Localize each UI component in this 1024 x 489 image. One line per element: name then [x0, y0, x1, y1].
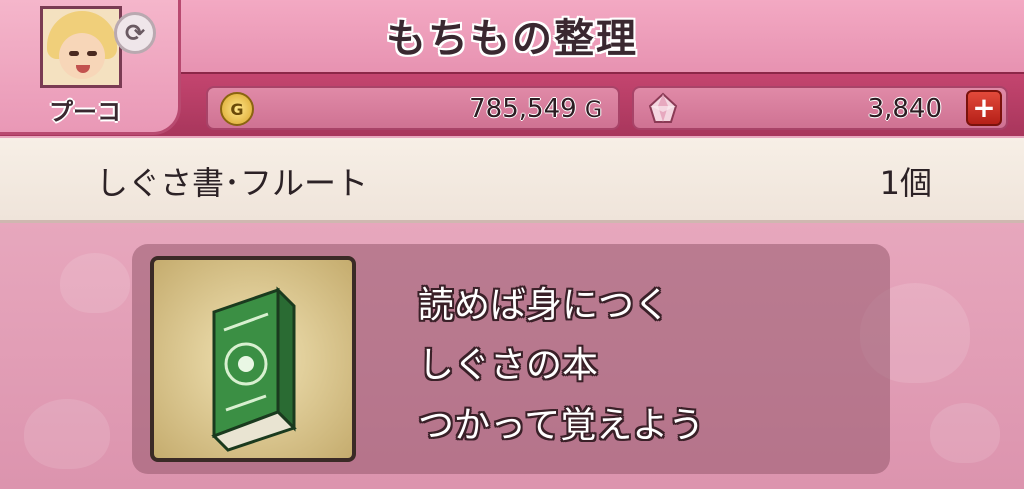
item-row: しぐさ書･フルート 1個	[0, 138, 1024, 223]
description-line: しぐさの本	[418, 345, 599, 386]
character-name: プーコ	[49, 98, 121, 126]
gem-display: 3,840 +	[632, 86, 1008, 130]
item-name: しぐさ書･フルート	[96, 164, 369, 202]
add-gems-button[interactable]: +	[966, 90, 1002, 126]
background-slime-pattern	[60, 253, 130, 313]
description-line: 読めば身につく	[418, 285, 671, 326]
gold-coin-icon: G	[220, 92, 254, 126]
gold-display: G 785,549 G	[206, 86, 620, 130]
avatar-eye	[87, 51, 97, 56]
gold-amount: 785,549 G	[469, 94, 602, 124]
character-panel: ⟳ プーコ	[0, 0, 181, 135]
swap-character-icon[interactable]: ⟳	[114, 12, 156, 54]
description-line: つかって覚えよう	[418, 405, 705, 446]
gem-icon	[648, 92, 678, 123]
background-slime-pattern	[24, 399, 110, 469]
item-count: 1個	[879, 164, 932, 202]
avatar-eye	[69, 51, 79, 56]
item-icon-frame	[150, 256, 356, 462]
background-slime-pattern	[930, 403, 1000, 463]
gem-amount: 3,840	[867, 94, 942, 124]
gold-unit: G	[584, 98, 602, 123]
green-book-icon	[211, 286, 297, 452]
avatar[interactable]	[40, 6, 122, 88]
item-description: 読めば身につく しぐさの本 つかって覚えよう	[418, 276, 704, 456]
